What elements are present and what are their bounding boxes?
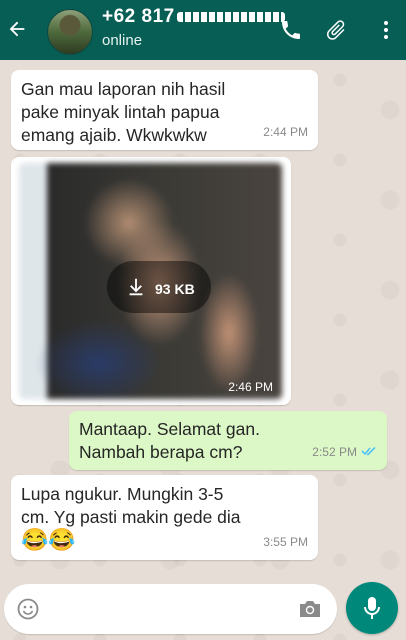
mic-icon bbox=[364, 597, 380, 619]
message-input[interactable] bbox=[52, 598, 286, 622]
message-time: 2:44 PM bbox=[263, 125, 308, 139]
message-text: Lupa ngukur. Mungkin 3-5 cm. Yg pasti ma… bbox=[21, 484, 241, 527]
incoming-message[interactable]: Lupa ngukur. Mungkin 3-5 cm. Yg pasti ma… bbox=[11, 475, 318, 560]
download-icon bbox=[125, 276, 147, 298]
emoji-icon[interactable] bbox=[16, 597, 40, 621]
message-time: 3:55 PM bbox=[263, 535, 308, 549]
back-arrow-icon[interactable] bbox=[6, 18, 28, 40]
contact-avatar[interactable] bbox=[47, 9, 93, 55]
download-button[interactable]: 93 KB bbox=[107, 261, 211, 313]
outgoing-message[interactable]: Mantaap. Selamat gan. Nambah berapa cm? … bbox=[69, 411, 387, 470]
contact-name-text: +62 817 bbox=[102, 6, 175, 27]
read-ticks-icon bbox=[361, 441, 377, 464]
paperclip-icon[interactable] bbox=[324, 18, 348, 42]
incoming-image-message[interactable]: 93 KB 2:46 PM bbox=[11, 157, 291, 405]
message-time-row: 2:52 PM bbox=[312, 441, 377, 464]
contact-name[interactable]: +62 817 bbox=[102, 6, 285, 28]
message-time: 2:46 PM bbox=[228, 380, 273, 394]
incoming-message[interactable]: Gan mau laporan nih hasil pake minyak li… bbox=[11, 70, 318, 150]
more-vert-icon[interactable] bbox=[374, 18, 398, 42]
message-composer bbox=[4, 584, 337, 634]
camera-icon[interactable] bbox=[297, 597, 323, 621]
message-time: 2:52 PM bbox=[312, 444, 357, 459]
message-emojis: 😂😂 bbox=[21, 527, 76, 552]
contact-status: online bbox=[102, 32, 143, 49]
redaction-scribble bbox=[176, 11, 285, 22]
chat-header: +62 817 online bbox=[0, 0, 406, 60]
mic-button[interactable] bbox=[346, 582, 398, 634]
download-size: 93 KB bbox=[155, 281, 195, 297]
phone-icon[interactable] bbox=[279, 18, 303, 42]
